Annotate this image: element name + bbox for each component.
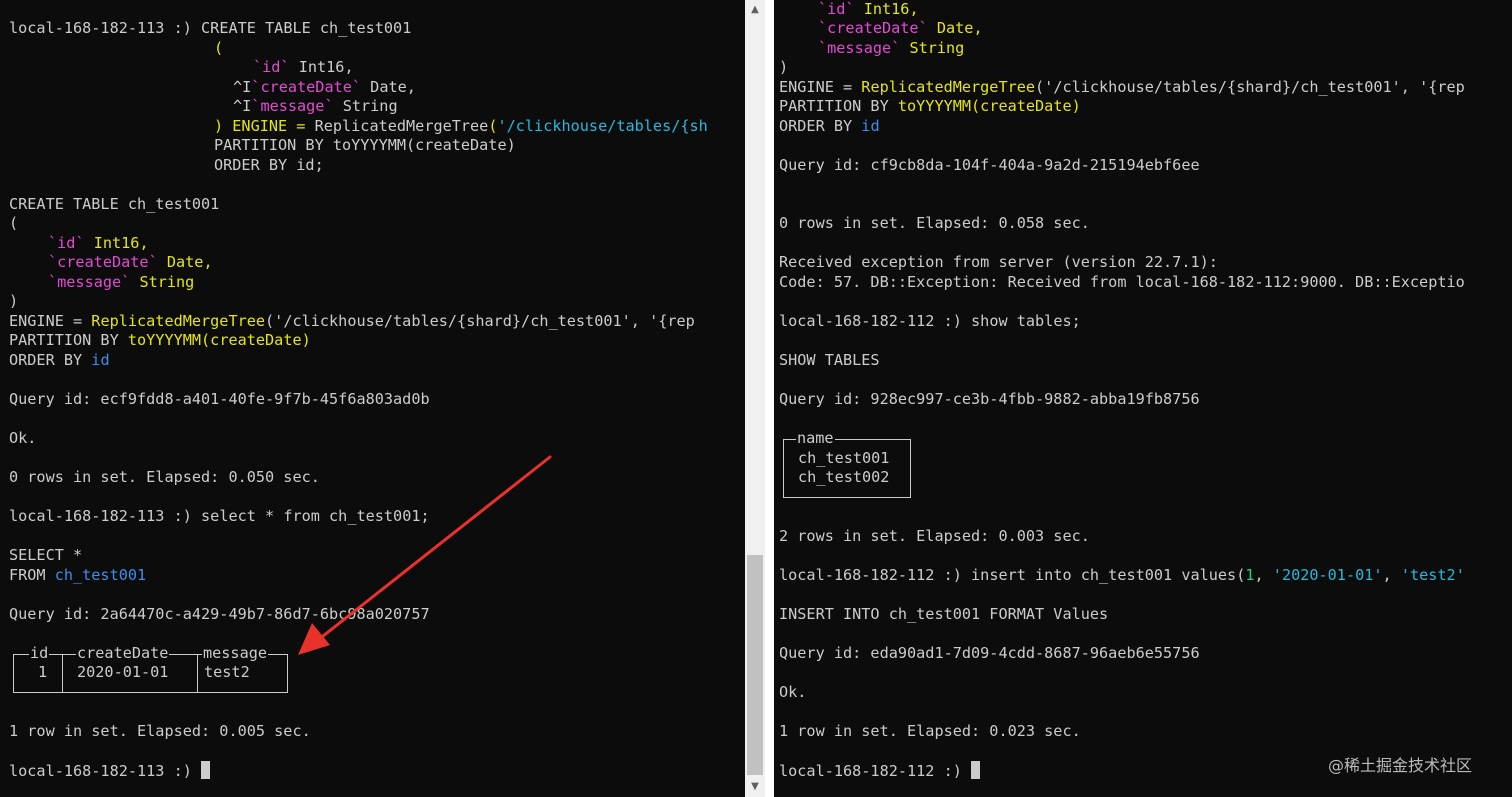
echo-line: INSERT INTO ch_test001 FORMAT Values [779,605,1109,623]
table-header-cell: message [202,644,269,664]
command-line: `id` Int16, [253,58,354,76]
echo-line: ) [779,58,789,76]
command-line: local-168-182-113 :) CREATE TABLE ch_tes… [9,19,412,37]
scroll-down-arrow-icon[interactable]: ▼ [745,777,765,797]
command-line: local-168-182-112 :) show tables; [779,312,1081,330]
command-line: PARTITION BY toYYYYMM(createDate) [214,136,516,154]
prompt-line[interactable]: local-168-182-112 :) [779,761,981,781]
table-cell: 1 [38,663,48,681]
query-id: Query id: ecf9fdd8-a401-40fe-9f7b-45f6a8… [9,390,430,408]
table-cell: ch_test001 [798,449,890,467]
echo-line: ) [9,292,19,310]
exception-line: Code: 57. DB::Exception: Received from l… [779,273,1465,291]
left-terminal-pane[interactable]: local-168-182-113 :) CREATE TABLE ch_tes… [0,0,745,797]
echo-line: FROM ch_test001 [9,566,147,584]
elapsed-status: 2 rows in set. Elapsed: 0.003 sec. [779,527,1090,545]
echo-line: PARTITION BY toYYYYMM(createDate) [9,331,311,349]
table-cell: test2 [204,663,250,681]
watermark: @稀土掘金技术社区 [1328,756,1473,775]
command-line: ^I`message` String [233,97,398,115]
pane-divider [765,0,774,797]
echo-line: `id` Int16, [818,0,919,18]
table-cell: 2020-01-01 [77,663,169,681]
command-line: ( [214,39,224,57]
elapsed-status: 1 row in set. Elapsed: 0.005 sec. [9,722,311,740]
echo-line: ENGINE = ReplicatedMergeTree('/clickhous… [779,78,1465,96]
echo-line: `message` String [818,39,965,57]
scrollbar-thumb[interactable] [747,555,763,775]
echo-line: `createDate` Date, [48,253,213,271]
command-line: local-168-182-112 :) insert into ch_test… [779,566,1465,584]
elapsed-status: 0 rows in set. Elapsed: 0.050 sec. [9,468,320,486]
prompt-line[interactable]: local-168-182-113 :) [9,761,211,781]
table-cell: ch_test002 [798,468,890,486]
echo-line: CREATE TABLE ch_test001 [9,195,220,213]
query-id: Query id: eda90ad1-7d09-4cdd-8687-96aeb6… [779,644,1200,662]
cursor-block-icon [971,761,981,779]
table-header-cell: name [796,429,835,449]
echo-line: `message` String [48,273,195,291]
echo-line: `id` Int16, [48,234,149,252]
command-line: ^I`createDate` Date, [233,78,416,96]
echo-line: SELECT * [9,546,83,564]
elapsed-status: 0 rows in set. Elapsed: 0.058 sec. [779,214,1090,232]
command-line: local-168-182-113 :) select * from ch_te… [9,507,430,525]
echo-line: `createDate` Date, [818,19,983,37]
query-id: Query id: 2a64470c-a429-49b7-86d7-6bc98a… [9,605,430,623]
query-id: Query id: 928ec997-ce3b-4fbb-9882-abba19… [779,390,1200,408]
ok-status: Ok. [779,683,807,701]
ok-status: Ok. [9,429,37,447]
right-terminal-pane[interactable]: `id` Int16, `createDate` Date, `message`… [774,0,1512,797]
command-line: ORDER BY id; [214,156,324,174]
cursor-block-icon [201,761,211,779]
elapsed-status: 1 row in set. Elapsed: 0.023 sec. [779,722,1081,740]
table-header-cell: id [29,644,50,664]
query-id: Query id: cf9cb8da-104f-404a-9a2d-215194… [779,156,1200,174]
echo-line: ENGINE = ReplicatedMergeTree('/clickhous… [9,312,695,330]
echo-line: SHOW TABLES [779,351,880,369]
table-header-cell: createDate [76,644,170,664]
echo-line: ORDER BY id [9,351,110,369]
echo-line: PARTITION BY toYYYYMM(createDate) [779,97,1081,115]
scroll-up-arrow-icon[interactable]: ▲ [745,0,765,20]
exception-line: Received exception from server (version … [779,253,1218,271]
command-line: ) ENGINE = ReplicatedMergeTree('/clickho… [214,117,708,135]
vertical-scrollbar[interactable]: ▲ ▼ [745,0,765,797]
echo-line: ( [9,214,19,232]
echo-line: ORDER BY id [779,117,880,135]
